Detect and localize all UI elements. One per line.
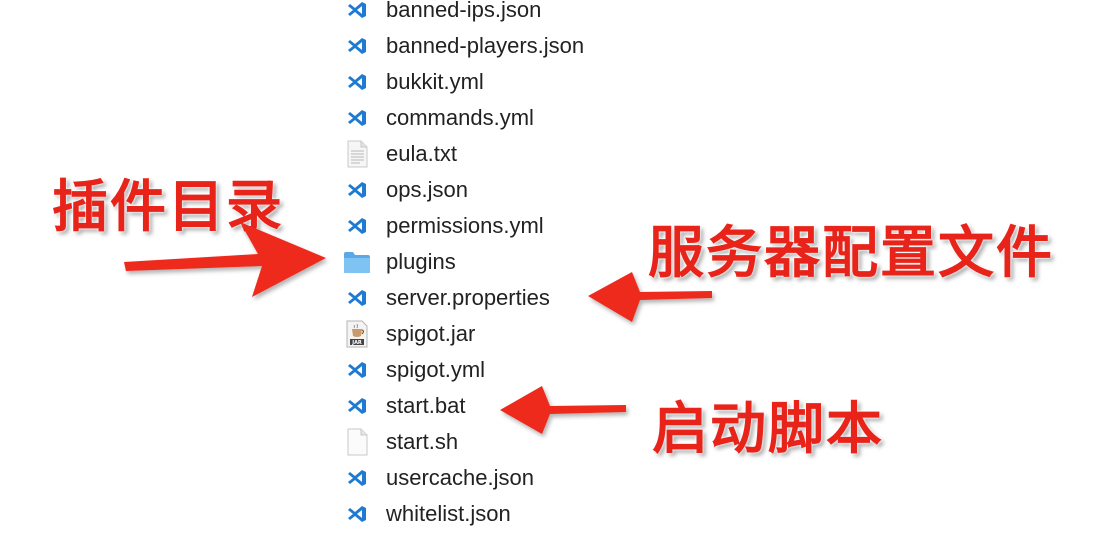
file-row-plugins[interactable]: plugins: [340, 244, 700, 280]
vscode-icon: [342, 283, 372, 313]
annotation-start-script: 启动脚本: [652, 397, 884, 462]
file-name: start.bat: [386, 393, 466, 418]
annotation-plugins-dir: 插件目录: [52, 175, 284, 240]
file-name: usercache.json: [386, 465, 534, 490]
file-name: bukkit.yml: [386, 69, 484, 94]
file-name: ops.json: [386, 177, 468, 202]
file-row-permissions-yml[interactable]: permissions.yml: [340, 208, 700, 244]
file-row-ops-json[interactable]: ops.json: [340, 172, 700, 208]
file-row-whitelist-json[interactable]: whitelist.json: [340, 496, 700, 532]
file-name: permissions.yml: [386, 213, 544, 238]
vscode-icon: [342, 463, 372, 493]
folder-icon: [342, 247, 372, 277]
file-row-start-bat[interactable]: start.bat: [340, 388, 700, 424]
jar-icon: JAR: [342, 319, 372, 349]
vscode-icon: [342, 175, 372, 205]
vscode-icon: [342, 391, 372, 421]
file-row-eula-txt[interactable]: eula.txt: [340, 136, 700, 172]
file-row-usercache-json[interactable]: usercache.json: [340, 460, 700, 496]
svg-text:JAR: JAR: [351, 340, 362, 346]
file-row-banned-ips-json[interactable]: banned-ips.json: [340, 0, 700, 28]
file-name: start.sh: [386, 429, 459, 454]
file-row-banned-players-json[interactable]: banned-players.json: [340, 28, 700, 64]
file-name: banned-ips.json: [386, 0, 542, 22]
file-row-bukkit-yml[interactable]: bukkit.yml: [340, 64, 700, 100]
file-name: whitelist.json: [386, 501, 511, 526]
vscode-icon: [342, 211, 372, 241]
blank-document-icon: [342, 427, 372, 457]
file-name: plugins: [386, 249, 456, 274]
file-list: banned-ips.json banned-players.json bukkit…: [340, 0, 700, 532]
annotation-server-config: 服务器配置文件: [648, 221, 1054, 286]
file-row-server-properties[interactable]: server.properties: [340, 280, 700, 316]
file-row-commands-yml[interactable]: commands.yml: [340, 100, 700, 136]
vscode-icon: [342, 355, 372, 385]
vscode-icon: [342, 31, 372, 61]
vscode-icon: [342, 0, 372, 25]
file-name: banned-players.json: [386, 33, 585, 58]
file-name: spigot.jar: [386, 321, 476, 346]
text-document-icon: [342, 139, 372, 169]
file-name: commands.yml: [386, 105, 534, 130]
vscode-icon: [342, 67, 372, 97]
vscode-icon: [342, 103, 372, 133]
file-row-spigot-yml[interactable]: spigot.yml: [340, 352, 700, 388]
file-name: spigot.yml: [386, 357, 486, 382]
file-name: server.properties: [386, 285, 550, 310]
file-name: eula.txt: [386, 141, 457, 166]
vscode-icon: [342, 499, 372, 529]
file-row-spigot-jar[interactable]: JAR spigot.jar: [340, 316, 700, 352]
file-row-start-sh[interactable]: start.sh: [340, 424, 700, 460]
